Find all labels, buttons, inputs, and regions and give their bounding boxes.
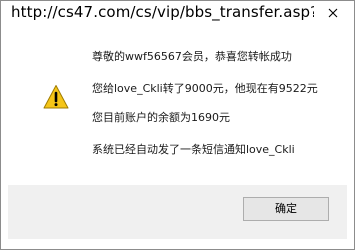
message-area: 尊敬的wwf56567会员，恭喜您转帐成功 您给love_Ckli转了9000元… — [8, 30, 347, 185]
message-line-1: 尊敬的wwf56567会员，恭喜您转帐成功 — [92, 50, 292, 63]
message-line-2: 您给love_Ckli转了9000元，他现在有9522元 — [92, 82, 318, 95]
warning-icon — [43, 85, 69, 109]
message-line-3: 您目前账户的余额为1690元 — [92, 111, 230, 124]
ok-button[interactable]: 确定 — [243, 197, 329, 221]
title-bar[interactable]: http://cs47.com/cs/vip/bbs_transfer.asp?… — [1, 1, 354, 27]
message-line-4: 系统已经自动发了一条短信通知love_Ckli — [92, 143, 295, 156]
dialog-title: http://cs47.com/cs/vip/bbs_transfer.asp?… — [11, 3, 339, 21]
dialog-footer: 确定 — [8, 185, 347, 239]
close-button[interactable] — [314, 1, 352, 25]
alert-dialog: http://cs47.com/cs/vip/bbs_transfer.asp?… — [0, 0, 355, 250]
close-icon — [328, 8, 338, 18]
